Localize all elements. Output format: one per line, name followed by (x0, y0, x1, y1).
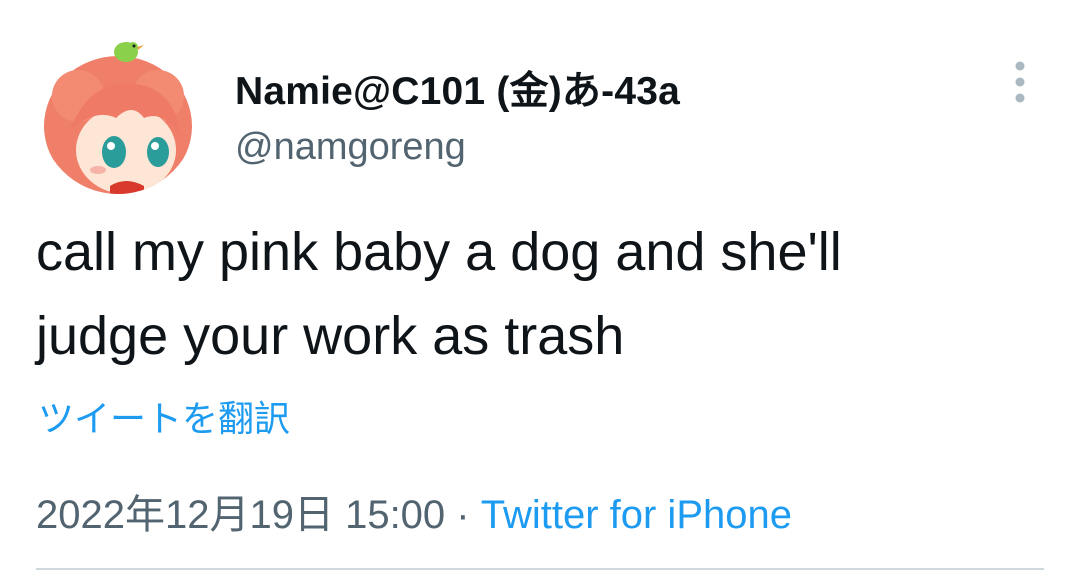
vertical-ellipsis-icon (1015, 61, 1025, 103)
translate-tweet-link[interactable]: ツイートを翻訳 (38, 390, 290, 442)
display-name[interactable]: Namie@C101 (金)あ-43a (235, 60, 680, 116)
avatar-image (40, 38, 196, 194)
user-handle[interactable]: @namgoreng (235, 126, 466, 169)
tweet-source-link[interactable]: Twitter for iPhone (481, 493, 792, 537)
tweet-timestamp[interactable]: 2022年12月19日 15:00 (36, 493, 445, 537)
tweet-meta: 2022年12月19日 15:00 · Twitter for iPhone (36, 482, 792, 540)
profile-avatar[interactable] (40, 38, 196, 194)
divider (36, 568, 1044, 570)
meta-separator: · (445, 493, 481, 537)
tweet-text: call my pink baby a dog and she'll judge… (36, 222, 842, 366)
more-options-button[interactable] (1000, 56, 1040, 108)
